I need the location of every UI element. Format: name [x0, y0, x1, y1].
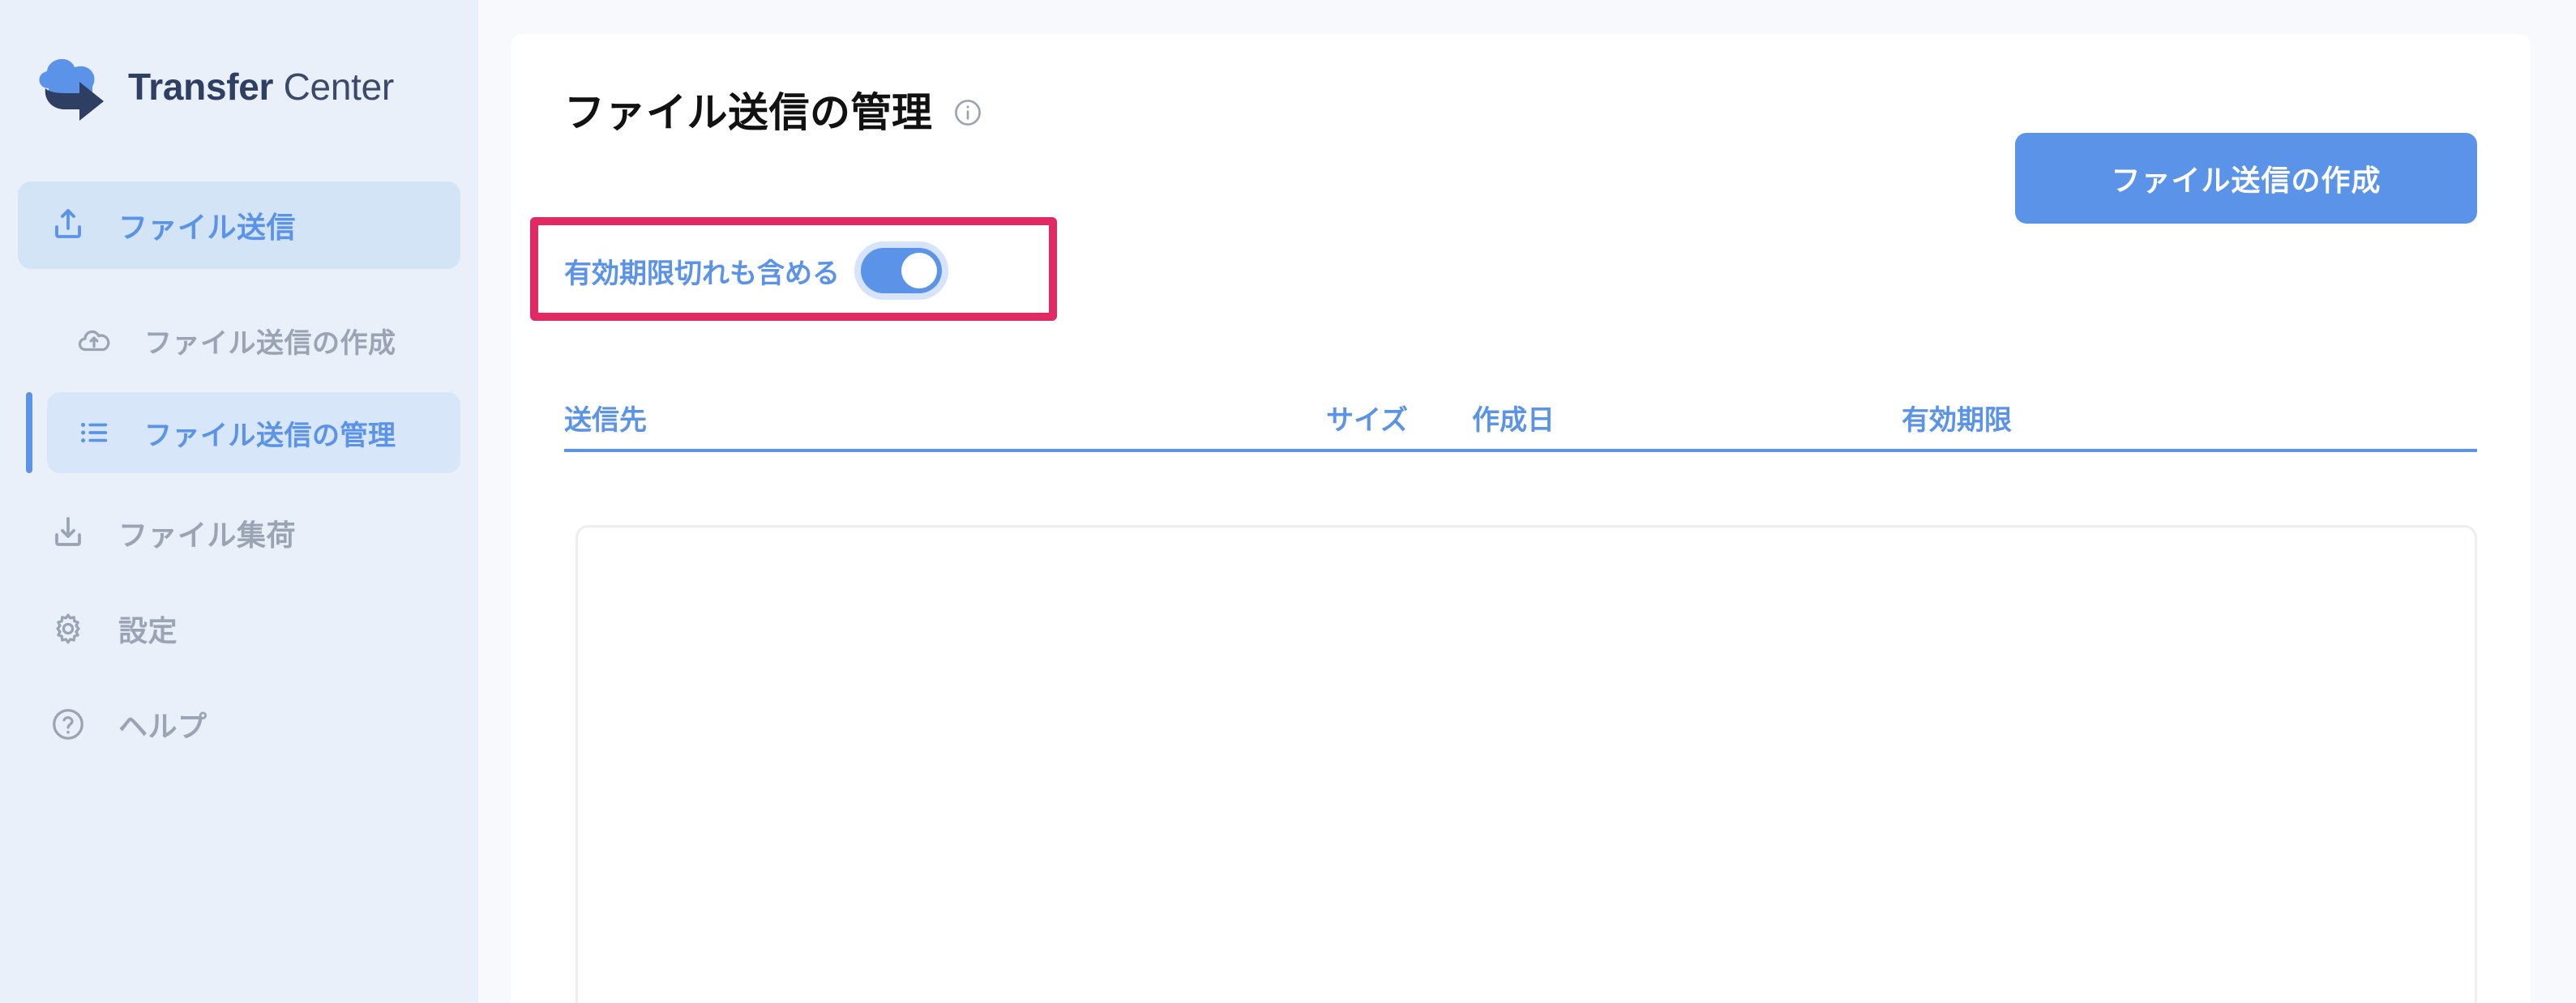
toggle-knob	[901, 253, 937, 288]
cloud-transfer-logo-icon	[32, 51, 110, 122]
sidebar-item-file-collect[interactable]: ファイル集荷	[18, 491, 460, 575]
sidebar-item-label: ファイル送信の作成	[144, 327, 396, 359]
active-indicator-bar	[26, 392, 32, 473]
sidebar-subnav: ファイル送信の作成 ファイル送信の管理	[0, 300, 478, 473]
page-header: ファイル送信の管理	[564, 79, 2477, 139]
sidebar-item-file-send[interactable]: ファイル送信	[18, 181, 460, 269]
transfer-table-header: 送信先 サイズ 作成日 有効期限	[564, 382, 2477, 452]
sidebar-nav: ファイル送信 ファイル送信の作成 ファイル送信の管理 ファイル集荷 設定 ヘルプ	[0, 181, 478, 766]
upload-tray-icon	[45, 203, 91, 248]
info-circle-icon[interactable]	[952, 97, 983, 128]
column-header-expiry-date[interactable]: 有効期限	[1902, 398, 2012, 437]
sidebar-item-label: ファイル集荷	[118, 519, 297, 552]
transfer-list-empty-card	[576, 525, 2477, 1003]
brand-title-light: Center	[273, 66, 395, 108]
gear-icon	[45, 606, 91, 651]
sidebar-item-create-transfer[interactable]: ファイル送信の作成	[47, 300, 460, 381]
column-header-created-date[interactable]: 作成日	[1472, 398, 1555, 437]
sidebar-subrow: ファイル送信の管理	[0, 392, 478, 473]
sidebar-item-label: 設定	[118, 614, 178, 647]
create-transfer-button[interactable]: ファイル送信の作成	[2015, 133, 2477, 224]
include-expired-label: 有効期限切れも含める	[564, 258, 840, 289]
sidebar-subrow: ファイル送信の作成	[0, 300, 478, 381]
content-panel: ファイル送信の管理 ファイル送信の作成 有効期限切れも含める 送信先 サイズ 作…	[511, 34, 2531, 1003]
column-header-size[interactable]: サイズ	[1326, 398, 1408, 437]
brand-title: Transfer Center	[128, 65, 394, 109]
sidebar-item-manage-transfer[interactable]: ファイル送信の管理	[47, 392, 460, 473]
column-header-destination[interactable]: 送信先	[564, 398, 647, 437]
include-expired-toggle[interactable]	[861, 248, 942, 293]
sidebar-item-help[interactable]: ヘルプ	[18, 682, 460, 766]
download-tray-icon	[45, 510, 91, 556]
cloud-upload-icon	[71, 318, 117, 363]
app-window: Transfer Center ファイル送信 ファイル送信の作成 ファイル送信の…	[0, 0, 2576, 1003]
brand-title-bold: Transfer	[128, 66, 274, 108]
sidebar: Transfer Center ファイル送信 ファイル送信の作成 ファイル送信の…	[0, 0, 478, 1003]
sidebar-item-label: ヘルプ	[118, 710, 208, 743]
brand-logo-area[interactable]: Transfer Center	[0, 42, 478, 131]
include-expired-toggle-row: 有効期限切れも含める	[564, 246, 942, 295]
help-circle-icon	[45, 702, 91, 747]
sidebar-item-label: ファイル送信	[118, 211, 297, 244]
list-icon	[71, 410, 117, 455]
page-title: ファイル送信の管理	[564, 90, 933, 135]
sidebar-item-label: ファイル送信の管理	[144, 420, 396, 451]
sidebar-item-settings[interactable]: 設定	[18, 587, 460, 671]
main-content: ファイル送信の管理 ファイル送信の作成 有効期限切れも含める 送信先 サイズ 作…	[478, 0, 2576, 1003]
